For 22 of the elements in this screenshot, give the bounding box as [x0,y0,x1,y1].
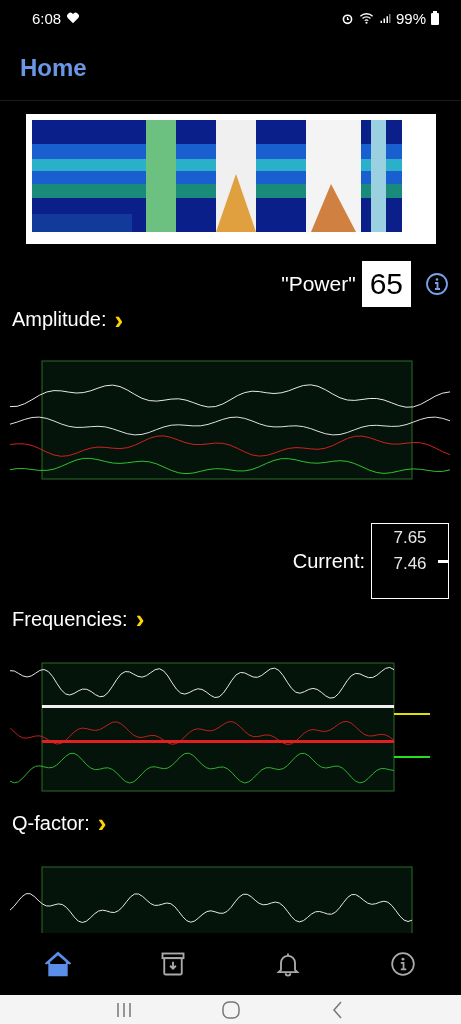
battery-level: 99% [395,9,426,27]
page-title: Home [20,54,87,82]
current-label: Current: [292,549,365,573]
home-icon[interactable] [42,949,73,979]
status-time: 6:08 [32,9,62,27]
power-label: "Power" [281,272,356,296]
alarm-icon [340,11,354,25]
section-title[interactable]: Q-factor: [12,811,90,835]
home-button-icon[interactable] [220,999,241,1020]
section-title[interactable]: Amplitude: [12,308,107,331]
section-title[interactable]: Frequencies: [12,607,128,631]
power-value: 65 [361,261,411,307]
chevron-icon[interactable]: › [97,813,107,833]
info-icon[interactable] [390,951,417,977]
info-icon[interactable] [425,272,449,296]
heart-icon [66,11,81,25]
wifi-icon [358,11,374,25]
scale-value: 7.65 [393,528,427,548]
chevron-icon[interactable]: › [135,609,145,629]
chevron-icon[interactable]: › [114,309,124,330]
battery-icon [431,11,439,25]
scale-value: 7.46 [393,554,427,574]
